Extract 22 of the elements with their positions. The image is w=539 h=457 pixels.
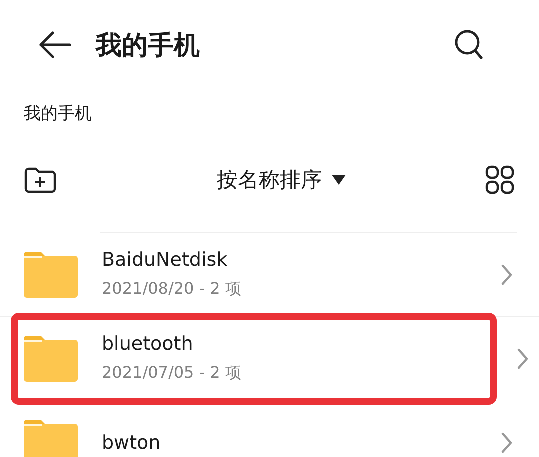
folder-name: bluetooth <box>102 333 194 355</box>
folder-name: BaiduNetdisk <box>102 249 229 271</box>
folder-icon <box>24 252 78 298</box>
folder-row[interactable]: BaiduNetdisk 2021/08/20 - 2 项 <box>0 233 539 317</box>
sort-dropdown[interactable]: 按名称排序 <box>211 162 352 198</box>
chevron-right-icon <box>501 264 513 286</box>
page-title: 我的手机 <box>96 30 201 62</box>
breadcrumb[interactable]: 我的手机 <box>0 90 539 130</box>
folder-icon <box>24 336 78 382</box>
new-folder-icon[interactable] <box>24 166 58 194</box>
folder-icon <box>24 420 78 457</box>
back-icon[interactable] <box>38 31 72 59</box>
folder-details: 2021/07/05 - 2 项 <box>102 363 242 384</box>
folder-name: bwton <box>102 432 162 454</box>
search-icon[interactable] <box>455 30 483 60</box>
folder-row[interactable]: bwton <box>0 401 539 457</box>
grid-view-icon[interactable] <box>485 165 515 195</box>
folder-details: 2021/08/20 - 2 项 <box>102 279 242 300</box>
caret-icon <box>332 175 346 185</box>
chevron-right-icon <box>517 348 529 370</box>
chevron-right-icon <box>501 432 513 454</box>
folder-row[interactable]: bluetooth 2021/07/05 - 2 项 <box>15 317 493 401</box>
